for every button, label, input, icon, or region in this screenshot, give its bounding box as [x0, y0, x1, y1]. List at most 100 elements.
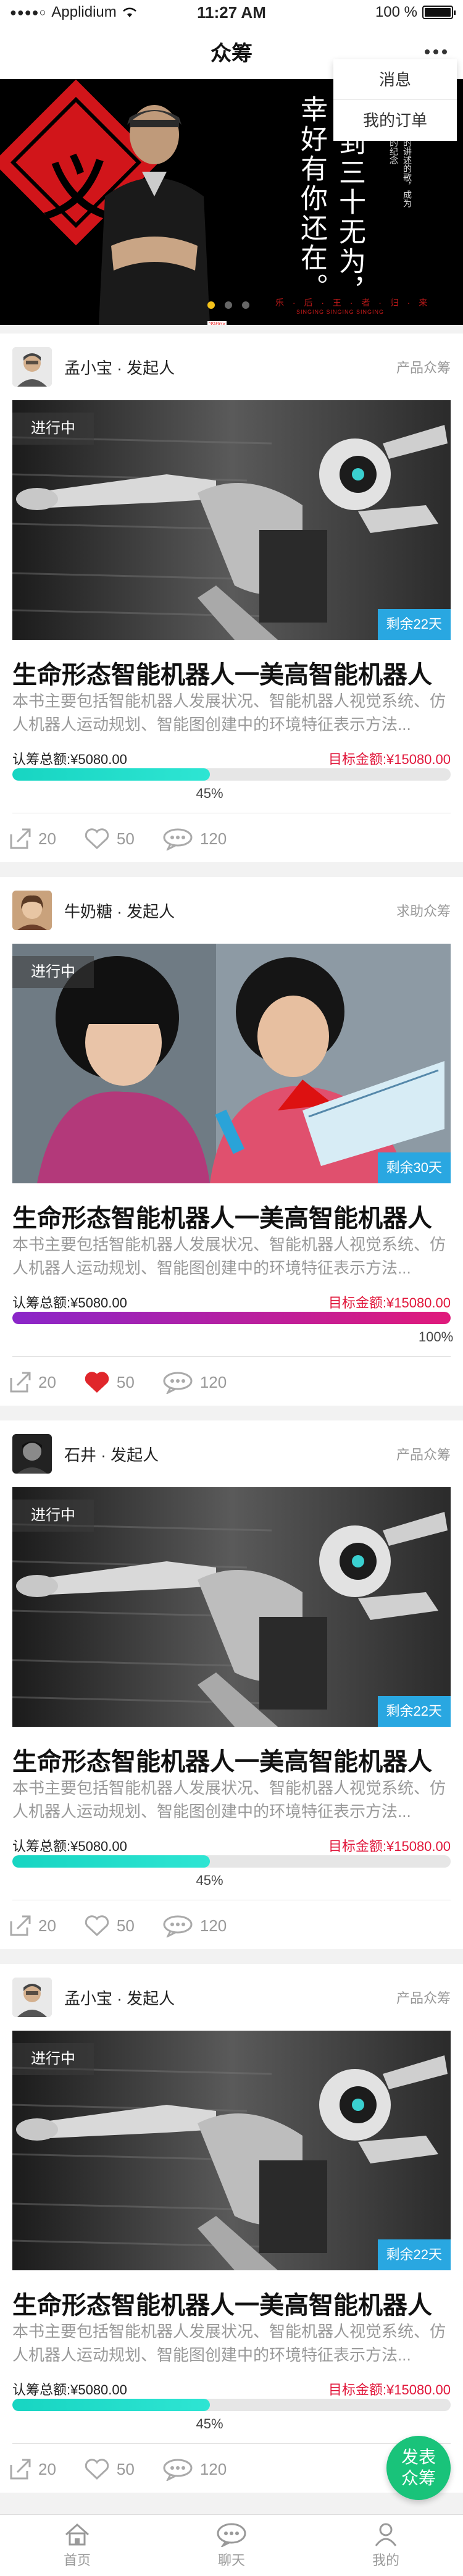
- like-icon: [85, 1915, 109, 1937]
- chat-icon: [217, 2523, 246, 2547]
- author-name[interactable]: 牛奶糖 · 发起人: [64, 899, 175, 922]
- campaign-image[interactable]: 进行中 剩余22天: [12, 2031, 451, 2270]
- status-badge: 进行中: [12, 956, 94, 988]
- share-button[interactable]: 20: [9, 2457, 56, 2481]
- like-button[interactable]: 50: [83, 2457, 135, 2481]
- author-name[interactable]: 石井 · 发起人: [64, 1443, 159, 1466]
- menu-item-messages[interactable]: 消息: [333, 59, 457, 100]
- progress-percent: 45%: [196, 1873, 223, 1888]
- avatar[interactable]: [12, 1434, 52, 1474]
- home-icon: [65, 2523, 89, 2545]
- like-button[interactable]: 50: [83, 1914, 135, 1937]
- campaign-description: 本书主要包括智能机器人发展状况、智能机器人视觉系统、仿人机器人运动规划、智能图创…: [12, 1779, 446, 1821]
- tab-chat-label: 聊天: [217, 2552, 245, 2568]
- like-count: 50: [116, 1372, 135, 1391]
- tab-profile-label: 我的: [372, 2552, 399, 2568]
- comment-icon: [163, 1915, 193, 1937]
- tab-home-label: 首页: [63, 2552, 91, 2568]
- banner-text-mid: 到三十无为，: [334, 128, 365, 306]
- campaign-title[interactable]: 生命形态智能机器人一美高智能机器人: [12, 655, 432, 690]
- card-header: 牛奶糖 · 发起人 求助众筹: [12, 891, 451, 930]
- carousel-dot[interactable]: [207, 301, 215, 309]
- card-actions: 20 50 120: [9, 1908, 254, 1943]
- crowdfunding-type: 产品众筹: [396, 1447, 451, 1462]
- fab-label-line2: 众筹: [401, 2469, 436, 2488]
- page-title: 众筹: [211, 42, 252, 65]
- progress-bar-fill: [12, 768, 210, 781]
- card-actions: 20 50 120: [9, 2452, 254, 2486]
- status-right: 100 %: [293, 4, 456, 21]
- campaign-title[interactable]: 生命形态智能机器人一美高智能机器人: [12, 2285, 432, 2321]
- comment-button[interactable]: 120: [162, 2457, 227, 2481]
- comment-button[interactable]: 120: [162, 1370, 227, 1394]
- campaign-description: 本书主要包括智能机器人发展状况、智能机器人视觉系统、仿人机器人运动规划、智能图创…: [12, 692, 446, 734]
- comment-button[interactable]: 120: [162, 827, 227, 850]
- share-button[interactable]: 20: [9, 827, 56, 850]
- signal-icon: ●●●●○: [10, 6, 47, 19]
- campaign-image[interactable]: 进行中 剩余30天: [12, 944, 451, 1183]
- battery-label: 100 %: [375, 4, 417, 20]
- tab-home[interactable]: 首页: [0, 2515, 154, 2576]
- share-icon: [10, 2459, 31, 2480]
- crowdfunding-type: 求助众筹: [396, 904, 451, 919]
- amounts-row: 认筹总额:¥5080.00 目标金额:¥15080.00: [12, 1836, 451, 1855]
- campaign-image[interactable]: 进行中 剩余22天: [12, 400, 451, 640]
- campaign-card[interactable]: 孟小宝 · 发起人 产品众筹 进行中 剩余22天 生命形态智能机器人一美高智能机…: [0, 1964, 463, 2493]
- avatar[interactable]: [12, 1978, 52, 2017]
- raised-amount: 认筹总额:¥5080.00: [12, 752, 127, 767]
- goal-amount: 目标金额:¥15080.00: [328, 1839, 451, 1854]
- carrier-label: Applidium: [51, 4, 117, 20]
- progress-percent: 45%: [196, 786, 223, 801]
- progress-bar-fill: [12, 1312, 451, 1324]
- progress-percent: 45%: [196, 2416, 223, 2431]
- like-count: 50: [116, 1916, 135, 1935]
- crowdfunding-type: 产品众筹: [396, 360, 451, 375]
- more-dot-icon: [433, 49, 438, 54]
- share-button[interactable]: 20: [9, 1914, 56, 1937]
- campaign-title[interactable]: 生命形态智能机器人一美高智能机器人: [12, 1198, 432, 1234]
- card-actions: 20 50 120: [9, 1365, 254, 1399]
- author-name[interactable]: 孟小宝 · 发起人: [64, 356, 175, 379]
- share-icon: [10, 1372, 31, 1393]
- progress-bar: [12, 2399, 451, 2411]
- share-count: 20: [38, 1372, 56, 1391]
- carousel-dot[interactable]: [225, 301, 232, 309]
- more-dropdown-menu: 消息 我的订单: [333, 59, 457, 141]
- like-button[interactable]: 50: [83, 827, 135, 850]
- campaign-card[interactable]: 孟小宝 · 发起人 产品众筹 进行中 剩余22天 生命形态智能机器人一美高智能机…: [0, 334, 463, 862]
- divider: [12, 2443, 451, 2444]
- goal-amount: 目标金额:¥15080.00: [328, 752, 451, 767]
- status-badge: 进行中: [12, 413, 94, 445]
- days-left-badge: 剩余22天: [377, 1696, 451, 1727]
- progress-bar: [12, 768, 451, 781]
- campaign-image[interactable]: 进行中 剩余22天: [12, 1487, 451, 1727]
- campaign-title[interactable]: 生命形态智能机器人一美高智能机器人: [12, 1742, 432, 1777]
- like-icon: [85, 2459, 109, 2480]
- comment-count: 120: [199, 829, 227, 848]
- campaign-card[interactable]: 石井 · 发起人 产品众筹 进行中 剩余22天 生命形态智能机器人一美高智能机器…: [0, 1420, 463, 1949]
- comment-count: 120: [199, 1916, 227, 1935]
- tab-profile[interactable]: 我的: [309, 2515, 463, 2576]
- comment-count: 120: [199, 1372, 227, 1391]
- avatar[interactable]: [12, 891, 52, 930]
- comment-button[interactable]: 120: [162, 1914, 227, 1937]
- profile-icon: [375, 2523, 397, 2546]
- days-left-badge: 剩余22天: [377, 609, 451, 640]
- share-count: 20: [38, 829, 56, 848]
- fab-label-line1: 发表: [401, 2448, 436, 2467]
- avatar[interactable]: [12, 347, 52, 387]
- status-badge: 进行中: [12, 1500, 94, 1532]
- card-header: 孟小宝 · 发起人 产品众筹: [12, 1978, 451, 2017]
- tab-chat[interactable]: 聊天: [154, 2515, 309, 2576]
- raised-amount: 认筹总额:¥5080.00: [12, 2382, 127, 2398]
- status-time: 11:27 AM: [197, 2, 266, 22]
- author-name[interactable]: 孟小宝 · 发起人: [64, 1986, 175, 2009]
- campaign-card[interactable]: 牛奶糖 · 发起人 求助众筹 进行中 剩余30天 生命形态智能机器人一美高智能机…: [0, 877, 463, 1406]
- like-button[interactable]: 50: [83, 1370, 135, 1394]
- carousel-dot[interactable]: [242, 301, 249, 309]
- campaign-description: 本书主要包括智能机器人发展状况、智能机器人视觉系统、仿人机器人运动规划、智能图创…: [12, 1235, 446, 1277]
- like-icon: [85, 828, 109, 850]
- publish-crowdfunding-button[interactable]: 发表 众筹: [386, 2436, 451, 2500]
- share-button[interactable]: 20: [9, 1370, 56, 1394]
- menu-item-my-orders[interactable]: 我的订单: [333, 100, 457, 141]
